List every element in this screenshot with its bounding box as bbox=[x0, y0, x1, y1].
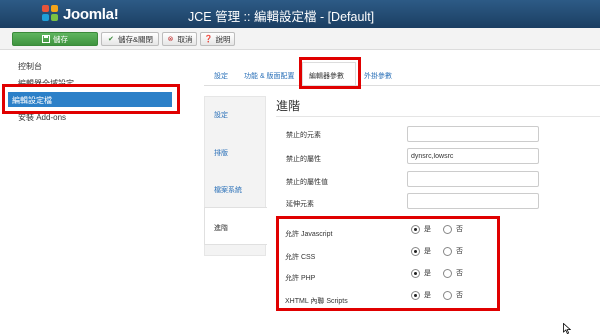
field-label-invalid-elements: 禁止的元素 bbox=[286, 132, 321, 139]
logo-text: Joomla! bbox=[63, 5, 119, 23]
subnav-item-filesystem[interactable]: 檔案系統 bbox=[214, 185, 242, 195]
check-icon: ✔ bbox=[108, 35, 114, 43]
subnav-item-settings[interactable]: 設定 bbox=[214, 110, 228, 120]
cancel-button[interactable]: ⊗ 取消 bbox=[162, 32, 197, 46]
tab-settings[interactable]: 設定 bbox=[214, 71, 228, 81]
joomla-logo[interactable]: Joomla! bbox=[42, 3, 119, 25]
tab-plugin-parameters[interactable]: 外掛參數 bbox=[364, 71, 392, 81]
extended-elements-input[interactable] bbox=[407, 193, 539, 209]
help-button[interactable]: ❓ 說明 bbox=[200, 32, 235, 46]
page-title: JCE 管理 :: 編輯設定檔 - [Default] bbox=[188, 10, 375, 24]
cancel-button-label: 取消 bbox=[177, 34, 193, 44]
highlight-box-sidebar bbox=[2, 84, 180, 114]
subnav-item-label: 進階 bbox=[214, 225, 228, 232]
save-icon bbox=[42, 35, 50, 43]
cancel-icon: ⊗ bbox=[167, 35, 174, 43]
heading-divider bbox=[276, 116, 600, 117]
help-icon: ❓ bbox=[204, 35, 213, 43]
invalid-attributes-input[interactable] bbox=[407, 148, 539, 164]
subnav-item-advanced[interactable]: 進階 bbox=[204, 207, 267, 245]
mouse-cursor-icon bbox=[563, 322, 572, 334]
tab-divider bbox=[204, 85, 600, 86]
section-heading: 進階 bbox=[276, 99, 301, 113]
toolbar: 儲存 ✔ 儲存&關閉 ⊗ 取消 ❓ 說明 bbox=[0, 28, 600, 50]
invalid-elements-input[interactable] bbox=[407, 126, 539, 142]
help-button-label: 說明 bbox=[215, 34, 231, 44]
save-close-button[interactable]: ✔ 儲存&關閉 bbox=[101, 32, 159, 46]
save-button[interactable]: 儲存 bbox=[12, 32, 98, 46]
tab-features-layout[interactable]: 功能 & 版面配置 bbox=[244, 71, 295, 81]
subnav-item-typography[interactable]: 排版 bbox=[214, 148, 228, 158]
field-label-extended-elements: 延伸元素 bbox=[286, 201, 314, 208]
save-close-button-label: 儲存&關閉 bbox=[117, 34, 153, 44]
invalid-attribute-values-input[interactable] bbox=[407, 171, 539, 187]
highlight-box-tab bbox=[299, 57, 361, 89]
save-button-label: 儲存 bbox=[53, 34, 68, 44]
field-label-invalid-attributes: 禁止的屬性 bbox=[286, 156, 321, 163]
sidebar-item-control-panel[interactable]: 控制台 bbox=[18, 61, 42, 72]
highlight-box-options bbox=[276, 216, 500, 311]
joomla-logo-icon bbox=[42, 5, 60, 23]
field-label-invalid-attribute-values: 禁止的屬性值 bbox=[286, 179, 328, 186]
app-header: Joomla! JCE 管理 :: 編輯設定檔 - [Default] bbox=[0, 0, 600, 28]
